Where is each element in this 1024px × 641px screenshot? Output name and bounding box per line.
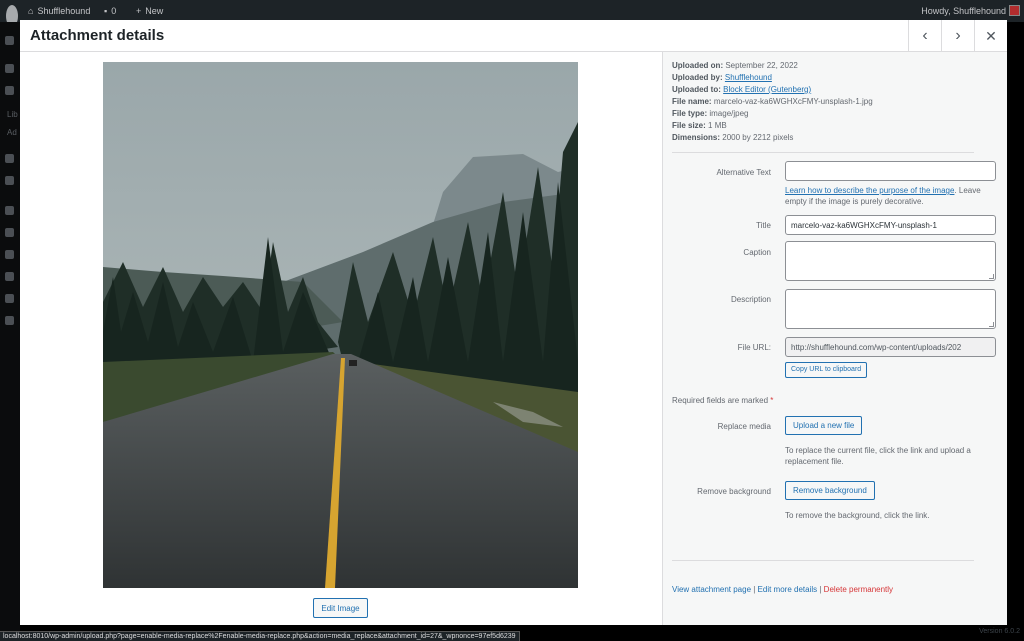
modal-title: Attachment details xyxy=(30,27,165,44)
new-label: New xyxy=(145,6,164,16)
settings-icon xyxy=(5,294,14,303)
howdy-user[interactable]: Howdy, Shufflehound xyxy=(921,0,1006,22)
avatar[interactable] xyxy=(1009,5,1020,16)
chevron-right-icon: › xyxy=(955,27,961,44)
dimensions-label: Dimensions: xyxy=(672,133,721,142)
title-input[interactable] xyxy=(785,215,996,235)
replace-help: To replace the current file, click the l… xyxy=(785,446,971,466)
close-button[interactable]: ✕ xyxy=(974,20,1007,52)
uploaded-on-value: September 22, 2022 xyxy=(725,61,798,70)
new-content-link[interactable]: + New xyxy=(136,0,163,22)
divider xyxy=(672,152,974,153)
plus-icon: + xyxy=(136,6,142,16)
alt-text-input[interactable] xyxy=(785,161,996,181)
delete-permanently-link[interactable]: Delete permanently xyxy=(824,585,893,594)
divider xyxy=(672,560,974,561)
copy-url-button[interactable]: Copy URL to clipboard xyxy=(785,362,868,378)
side-label-add: Ad xyxy=(7,128,17,137)
uploaded-to: Uploaded to: Block Editor (Gutenberg) xyxy=(672,85,811,94)
dimensions: Dimensions: 2000 by 2212 pixels xyxy=(672,133,793,142)
file-type: File type: image/jpeg xyxy=(672,109,749,118)
remove-background-label: Remove background xyxy=(697,487,771,496)
description-label: Description xyxy=(730,295,771,304)
file-type-value: image/jpeg xyxy=(709,109,749,118)
collapse-icon xyxy=(5,316,14,325)
file-url-input[interactable] xyxy=(785,337,996,357)
required-note: Required fields are marked * xyxy=(672,396,773,405)
chevron-left-icon: ‹ xyxy=(922,27,928,44)
remove-background-help: To remove the background, click the link… xyxy=(785,511,930,520)
alt-text-help: Learn how to describe the purpose of the… xyxy=(785,185,1000,207)
remove-background-button[interactable]: Remove background xyxy=(785,481,875,500)
required-text: Required fields are marked xyxy=(672,396,769,405)
required-star: * xyxy=(770,396,774,405)
admin-bar: ⌂ Shufflehound ▪ 0 + New Howdy, Shuffleh… xyxy=(0,0,1024,27)
comments-count: 0 xyxy=(111,6,117,16)
description-textarea[interactable] xyxy=(785,289,996,329)
dashboard-icon xyxy=(5,36,14,45)
file-url-label: File URL: xyxy=(737,343,771,352)
file-name-value: marcelo-vaz-ka6WGHXcFMY-unsplash-1.jpg xyxy=(713,97,873,106)
modal-header: Attachment details ‹ › ✕ xyxy=(20,20,1007,52)
file-size-label: File size: xyxy=(672,121,706,130)
uploaded-by: Uploaded by: Shufflehound xyxy=(672,73,772,82)
site-name: Shufflehound xyxy=(37,6,91,16)
file-name: File name: marcelo-vaz-ka6WGHXcFMY-unspl… xyxy=(672,97,873,106)
tools-icon xyxy=(5,272,14,281)
uploaded-on-label: Uploaded on: xyxy=(672,61,724,70)
admin-side-menu: Lib Ad xyxy=(0,22,20,641)
view-attachment-link[interactable]: View attachment page xyxy=(672,585,751,594)
attachment-details-modal: Attachment details ‹ › ✕ Edit Image Uplo… xyxy=(20,20,1007,625)
dimensions-value: 2000 by 2212 pixels xyxy=(722,133,794,142)
file-size-value: 1 MB xyxy=(708,121,727,130)
home-icon: ⌂ xyxy=(28,6,34,16)
caption-label: Caption xyxy=(743,248,771,257)
previous-button[interactable]: ‹ xyxy=(908,20,941,52)
browser-status-bar: localhost:8010/wp-admin/upload.php?page=… xyxy=(0,631,520,641)
pin-icon xyxy=(5,64,14,73)
comments-link[interactable]: ▪ 0 xyxy=(104,0,116,22)
next-button[interactable]: › xyxy=(941,20,974,52)
uploaded-to-label: Uploaded to: xyxy=(672,85,721,94)
alt-help-link[interactable]: Learn how to describe the purpose of the… xyxy=(785,186,954,195)
edit-details-link[interactable]: Edit more details xyxy=(758,585,818,594)
pages-icon xyxy=(5,154,14,163)
media-icon xyxy=(5,86,14,95)
uploaded-by-link[interactable]: Shufflehound xyxy=(725,73,772,82)
resize-handle-icon[interactable] xyxy=(989,322,994,327)
comment-icon: ▪ xyxy=(104,6,108,16)
file-type-label: File type: xyxy=(672,109,708,118)
replace-media-label: Replace media xyxy=(717,422,771,431)
caption-textarea[interactable] xyxy=(785,241,996,281)
uploaded-to-link[interactable]: Block Editor (Gutenberg) xyxy=(723,85,811,94)
attachment-info: Uploaded on: September 22, 2022 Uploaded… xyxy=(662,52,1007,625)
edit-image-button[interactable]: Edit Image xyxy=(313,598,368,618)
resize-handle-icon[interactable] xyxy=(989,274,994,279)
appearance-icon xyxy=(5,206,14,215)
file-size: File size: 1 MB xyxy=(672,121,727,130)
plugins-icon xyxy=(5,228,14,237)
title-label: Title xyxy=(756,221,771,230)
close-icon: ✕ xyxy=(985,27,997,44)
wp-version: Version 6.0.2 xyxy=(979,628,1020,635)
alt-text-label: Alternative Text xyxy=(716,168,771,177)
file-name-label: File name: xyxy=(672,97,712,106)
comments-icon xyxy=(5,176,14,185)
side-label-library: Lib xyxy=(7,110,18,119)
upload-new-file-button[interactable]: Upload a new file xyxy=(785,416,863,435)
users-icon xyxy=(5,250,14,259)
road-forest-photo xyxy=(103,62,578,588)
uploaded-on: Uploaded on: September 22, 2022 xyxy=(672,61,798,70)
uploaded-by-label: Uploaded by: xyxy=(672,73,723,82)
media-preview: Edit Image xyxy=(20,52,662,625)
attachment-image xyxy=(103,62,578,588)
site-name-link[interactable]: ⌂ Shufflehound xyxy=(28,0,90,22)
attachment-actions: View attachment page | Edit more details… xyxy=(672,585,893,594)
